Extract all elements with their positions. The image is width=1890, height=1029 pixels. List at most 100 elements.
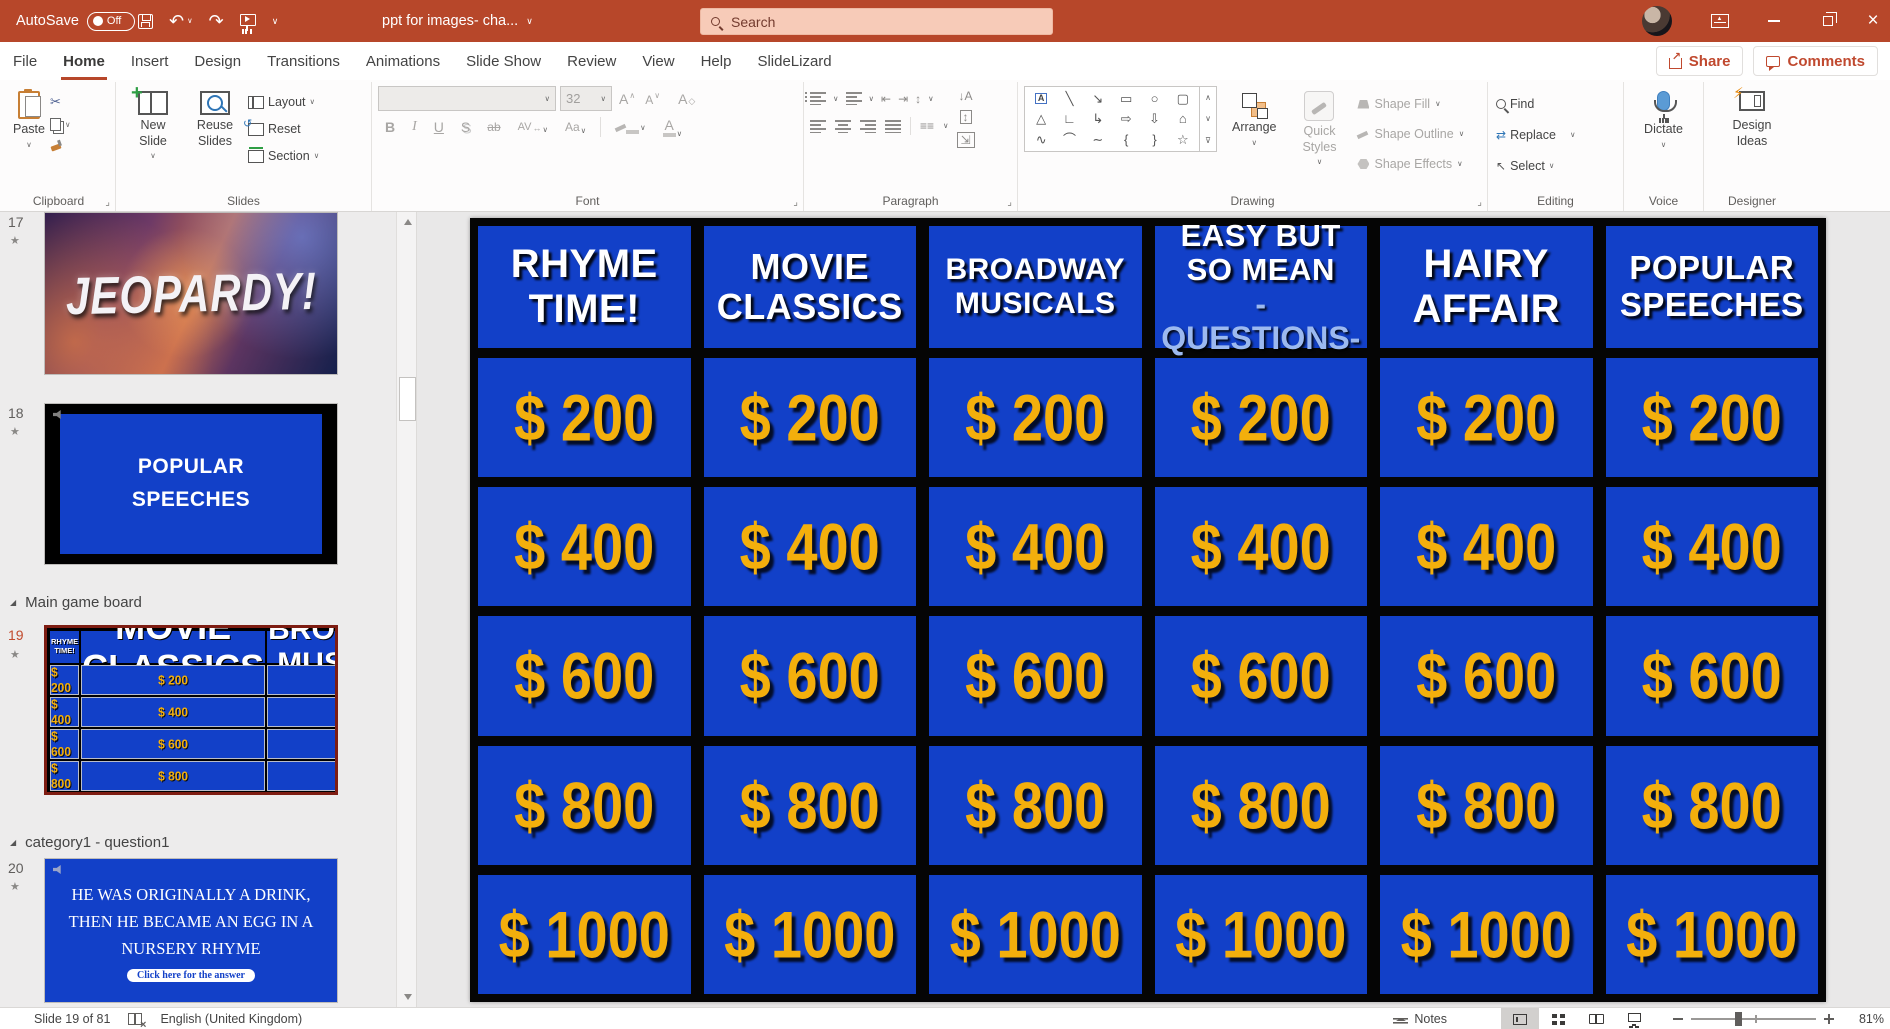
- zoom-in-button[interactable]: [1824, 1014, 1834, 1024]
- user-avatar[interactable]: [1642, 6, 1672, 36]
- drawing-dialog-launcher[interactable]: ⌟: [1477, 197, 1482, 208]
- board-category-header[interactable]: MOVIE CLASSICS: [704, 226, 917, 348]
- increase-font-size-button[interactable]: A∧: [616, 91, 638, 107]
- shape-fill-button[interactable]: Shape Fill ∨: [1357, 92, 1464, 116]
- shape-icon[interactable]: A: [1035, 93, 1047, 104]
- shape-icon[interactable]: ⇨: [1121, 112, 1132, 125]
- align-left-icon[interactable]: [810, 120, 826, 133]
- shape-icon[interactable]: ☆: [1177, 133, 1189, 146]
- scroll-down-button[interactable]: [397, 987, 418, 1007]
- shape-icon[interactable]: ⌒: [1063, 133, 1076, 146]
- slide-18-thumbnail[interactable]: POPULAR SPEECHES: [44, 403, 338, 565]
- text-shadow-button[interactable]: S: [458, 119, 473, 135]
- board-money-cell[interactable]: $ 400: [704, 487, 917, 606]
- section-button[interactable]: Section ∨: [246, 144, 321, 168]
- format-painter-icon[interactable]: [50, 139, 62, 151]
- align-center-icon[interactable]: [835, 120, 851, 133]
- font-name-combobox[interactable]: ∨: [378, 86, 556, 111]
- slide-19-thumbnail-selected[interactable]: RHYME TIME!MOVIE CLASSICSBROADWAY MUSICA…: [44, 625, 338, 795]
- italic-button[interactable]: I: [409, 119, 420, 135]
- character-spacing-button[interactable]: AV↔∨: [515, 121, 551, 133]
- undo-button[interactable]: ↶ ∨: [169, 12, 193, 30]
- redo-icon[interactable]: ↷: [209, 12, 224, 30]
- board-money-cell[interactable]: $ 1000: [1380, 875, 1593, 994]
- board-money-cell[interactable]: $ 600: [1606, 616, 1819, 735]
- shapes-more-icon[interactable]: ⊽: [1205, 136, 1211, 145]
- slideshow-button[interactable]: [1615, 1008, 1653, 1029]
- shape-icon[interactable]: ╲: [1066, 92, 1074, 105]
- columns-icon[interactable]: ≡≡: [920, 120, 934, 132]
- tab-slidelizard[interactable]: SlideLizard: [757, 42, 831, 80]
- slide-17-thumbnail[interactable]: JEOPARDY!: [44, 212, 338, 375]
- increase-indent-icon[interactable]: ⇥: [898, 93, 908, 105]
- board-money-cell[interactable]: $ 200: [1606, 358, 1819, 477]
- justify-icon[interactable]: [885, 120, 901, 133]
- reuse-slides-button[interactable]: Reuse Slides: [186, 86, 244, 168]
- scrollbar-thumb[interactable]: [399, 377, 416, 421]
- shape-icon[interactable]: ○: [1151, 92, 1159, 105]
- board-money-cell[interactable]: $ 1000: [1606, 875, 1819, 994]
- board-money-cell[interactable]: $ 1000: [929, 875, 1142, 994]
- align-text-icon[interactable]: ↕: [960, 110, 972, 124]
- tab-insert[interactable]: Insert: [131, 42, 169, 80]
- paragraph-dialog-launcher[interactable]: ⌟: [1007, 197, 1012, 208]
- highlight-color-button[interactable]: ∨: [612, 123, 649, 132]
- section-header-category1-question1[interactable]: ◢ category1 - question1: [10, 834, 169, 851]
- clear-formatting-button[interactable]: A◇: [675, 91, 698, 107]
- arrange-button[interactable]: Arrange ∨: [1227, 86, 1281, 176]
- paste-button[interactable]: Paste ∨: [8, 86, 50, 151]
- document-title[interactable]: ppt for images- cha... ∨: [382, 0, 533, 42]
- section-header-main-game-board[interactable]: ◢ Main game board: [10, 594, 142, 611]
- line-spacing-icon[interactable]: ↕: [915, 93, 921, 105]
- tab-animations[interactable]: Animations: [366, 42, 440, 80]
- smartart-icon[interactable]: ⇲: [957, 132, 975, 148]
- board-money-cell[interactable]: $ 600: [478, 616, 691, 735]
- slide-19-canvas[interactable]: RHYME TIME!MOVIE CLASSICSBROADWAY MUSICA…: [470, 218, 1826, 1002]
- tab-file[interactable]: File: [13, 42, 37, 80]
- spell-check-icon[interactable]: [128, 1013, 142, 1025]
- shape-icon[interactable]: }: [1152, 133, 1156, 146]
- decrease-font-size-button[interactable]: A∨: [642, 91, 663, 107]
- zoom-level[interactable]: 81%: [1848, 1012, 1890, 1026]
- board-money-cell[interactable]: $ 400: [1155, 487, 1368, 606]
- zoom-out-button[interactable]: [1673, 1018, 1683, 1020]
- bold-button[interactable]: B: [382, 119, 398, 135]
- board-money-cell[interactable]: $ 800: [929, 746, 1142, 865]
- tab-help[interactable]: Help: [701, 42, 732, 80]
- language-indicator[interactable]: English (United Kingdom): [160, 1012, 302, 1026]
- close-button[interactable]: ×: [1856, 0, 1890, 42]
- board-money-cell[interactable]: $ 800: [1606, 746, 1819, 865]
- board-money-cell[interactable]: $ 800: [704, 746, 917, 865]
- board-money-cell[interactable]: $ 400: [929, 487, 1142, 606]
- board-money-cell[interactable]: $ 400: [1380, 487, 1593, 606]
- shapes-scroll-up-icon[interactable]: ∧: [1205, 93, 1211, 102]
- clipboard-dialog-launcher[interactable]: ⌟: [105, 197, 110, 208]
- board-money-cell[interactable]: $ 1000: [1155, 875, 1368, 994]
- board-money-cell[interactable]: $ 1000: [704, 875, 917, 994]
- autosave-toggle[interactable]: AutoSave Off: [16, 0, 135, 42]
- slide-sorter-button[interactable]: [1539, 1008, 1577, 1029]
- shape-icon[interactable]: △: [1036, 112, 1046, 125]
- underline-button[interactable]: U: [431, 119, 447, 135]
- board-money-cell[interactable]: $ 400: [1606, 487, 1819, 606]
- cut-icon[interactable]: ✂: [50, 94, 71, 110]
- tab-review[interactable]: Review: [567, 42, 616, 80]
- board-money-cell[interactable]: $ 600: [1155, 616, 1368, 735]
- autosave-switch[interactable]: Off: [87, 12, 135, 31]
- shape-icon[interactable]: {: [1124, 133, 1128, 146]
- copy-button[interactable]: ∨: [50, 118, 71, 131]
- share-button[interactable]: Share: [1656, 46, 1744, 76]
- zoom-slider-thumb[interactable]: [1735, 1012, 1742, 1026]
- board-category-header[interactable]: HAIRY AFFAIR: [1380, 226, 1593, 348]
- slide-20-thumbnail[interactable]: HE WAS ORIGINALLY A DRINK, THEN HE BECAM…: [44, 858, 338, 1003]
- start-slideshow-icon[interactable]: [240, 14, 256, 26]
- board-category-header[interactable]: POPULAR SPEECHES: [1606, 226, 1819, 348]
- replace-button[interactable]: ⇄ Replace ∨: [1494, 123, 1617, 147]
- font-dialog-launcher[interactable]: ⌟: [793, 197, 798, 208]
- change-case-button[interactable]: Aa∨: [562, 120, 589, 134]
- select-button[interactable]: ↖ Select ∨: [1494, 154, 1617, 178]
- board-money-cell[interactable]: $ 1000: [478, 875, 691, 994]
- tab-transitions[interactable]: Transitions: [267, 42, 340, 80]
- shape-icon[interactable]: ⌂: [1179, 112, 1187, 125]
- reset-button[interactable]: Reset: [246, 117, 321, 141]
